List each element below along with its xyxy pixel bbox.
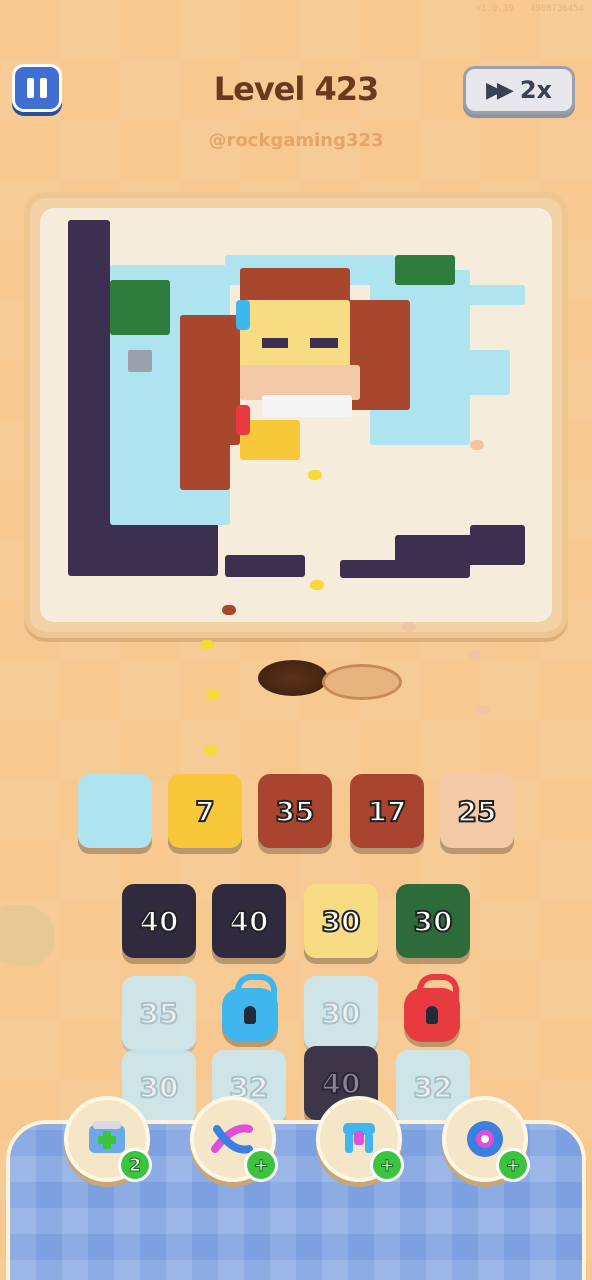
ring-booster-button[interactable]: +: [442, 1096, 530, 1182]
yellow-ant: [206, 690, 220, 700]
yellow-ant: [200, 640, 214, 650]
color-tile[interactable]: 17: [350, 774, 424, 848]
hidden-tile: 35: [122, 976, 196, 1050]
tile-count: 40: [229, 904, 270, 939]
red-lock-icon: [404, 974, 460, 1042]
shuffle-booster-button[interactable]: +: [190, 1096, 278, 1182]
tile-count: 30: [139, 1070, 180, 1105]
tile-count: 30: [413, 904, 454, 939]
blue-lock-icon: [222, 974, 278, 1042]
color-tile[interactable]: 25: [440, 774, 514, 848]
yellow-ant: [310, 580, 324, 590]
tile-count: 40: [139, 904, 180, 939]
booster-add-badge: +: [496, 1148, 530, 1182]
ant-hole: [258, 660, 328, 696]
tile-count: 25: [457, 794, 498, 829]
keyhole-icon: [244, 1006, 256, 1024]
tile-count: 17: [367, 794, 408, 829]
decorative-leaf: [0, 905, 54, 965]
tile-count: 30: [321, 904, 362, 939]
tile-count: 35: [139, 996, 180, 1031]
color-tile[interactable]: 35: [258, 774, 332, 848]
peach-ant: [468, 650, 482, 660]
color-tile[interactable]: 30: [396, 884, 470, 958]
tile-count: 7: [194, 794, 216, 829]
brown-ant: [222, 605, 236, 615]
tile-count: 30: [321, 996, 362, 1031]
tile-count: 35: [275, 794, 316, 829]
peach-ant: [402, 622, 416, 632]
color-tile[interactable]: 30: [304, 884, 378, 958]
color-tile[interactable]: 7: [168, 774, 242, 848]
pixel-art-picture: [68, 220, 525, 578]
magnet-booster-button[interactable]: +: [316, 1096, 404, 1182]
hole-lid: [322, 664, 402, 700]
booster-add-badge: +: [370, 1148, 404, 1182]
booster-count-badge: 2: [118, 1148, 152, 1182]
booster-add-badge: +: [244, 1148, 278, 1182]
color-tile[interactable]: 40: [212, 884, 286, 958]
yellow-ant: [308, 470, 322, 480]
add-slot-booster-button[interactable]: 2: [64, 1096, 152, 1182]
keyhole-icon: [426, 1006, 438, 1024]
tile-count: 40: [321, 1066, 362, 1101]
yellow-ant: [204, 745, 218, 755]
hidden-tile: 30: [304, 976, 378, 1050]
peach-ant: [470, 440, 484, 450]
tile-count: 32: [413, 1070, 454, 1105]
color-tile[interactable]: 40: [122, 884, 196, 958]
empty-slot-tile[interactable]: [78, 774, 152, 848]
peach-ant: [476, 705, 490, 715]
